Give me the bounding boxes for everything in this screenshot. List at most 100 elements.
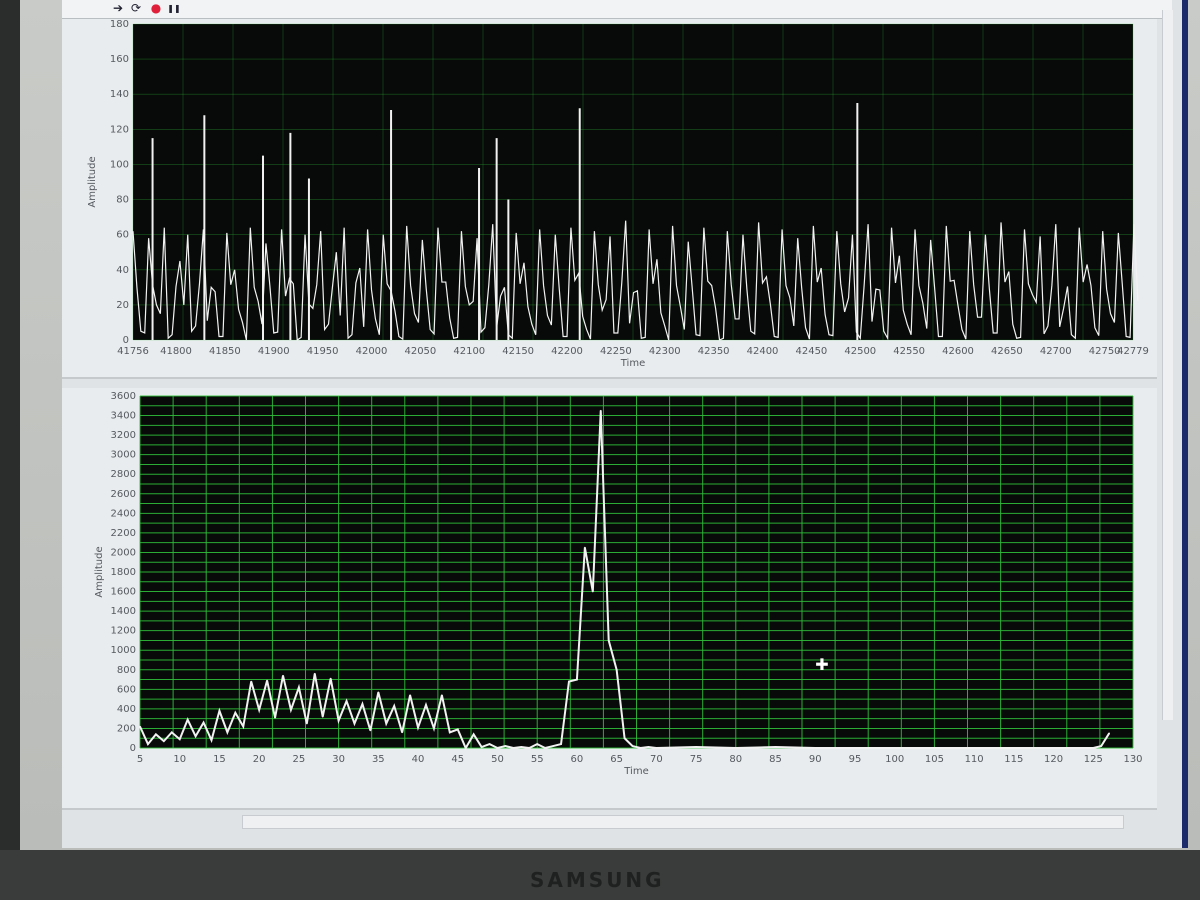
y-tick-label: 200 xyxy=(117,723,136,734)
data-point xyxy=(361,703,364,705)
x-tick-label: 42050 xyxy=(404,346,436,357)
data-point xyxy=(425,704,427,706)
data-point xyxy=(345,700,348,702)
data-point xyxy=(274,716,276,719)
x-tick-label: 75 xyxy=(690,754,703,765)
data-point xyxy=(1092,747,1095,749)
x-tick-label: 42550 xyxy=(893,346,925,357)
y-tick-label: 1600 xyxy=(111,587,136,598)
y-tick-label: 3200 xyxy=(111,430,136,441)
vertical-scrollbar[interactable] xyxy=(1162,10,1173,720)
data-point xyxy=(607,639,610,642)
data-point xyxy=(615,668,618,671)
x-tick-label: 41756 xyxy=(117,346,149,357)
data-point xyxy=(369,729,372,732)
data-point xyxy=(695,746,697,748)
data-point xyxy=(973,747,975,749)
pause-icon[interactable]: ❚❚ xyxy=(166,1,182,16)
data-point xyxy=(353,722,356,725)
horizontal-scrollbar[interactable] xyxy=(242,815,1124,829)
data-point xyxy=(1052,747,1055,749)
data-point xyxy=(218,710,221,712)
data-point xyxy=(592,590,594,593)
y-tick-label: 60 xyxy=(116,230,129,241)
data-point xyxy=(854,747,856,749)
y-tick-label: 2800 xyxy=(111,469,136,480)
data-point xyxy=(194,735,197,738)
data-point xyxy=(441,694,443,696)
data-point xyxy=(464,747,467,749)
data-point xyxy=(544,747,546,749)
data-point xyxy=(313,672,316,675)
data-point xyxy=(568,680,570,683)
data-point xyxy=(599,409,602,412)
data-point xyxy=(258,709,260,711)
y-tick-label: 1400 xyxy=(111,606,136,617)
data-point xyxy=(186,718,189,721)
data-point xyxy=(449,731,451,734)
y-tick-label: 2600 xyxy=(111,489,136,500)
x-tick-label: 42250 xyxy=(600,346,632,357)
data-point xyxy=(456,728,459,731)
data-point xyxy=(496,747,499,749)
y-tick-label: 3400 xyxy=(111,411,136,422)
data-point xyxy=(814,747,817,749)
x-tick-label: 42650 xyxy=(991,346,1023,357)
x-tick-label: 42779 xyxy=(1117,346,1149,357)
data-point xyxy=(385,722,388,725)
x-tick-label: 42000 xyxy=(356,346,388,357)
x-tick-label: 80 xyxy=(729,754,742,765)
run-continuous-icon[interactable]: ⟳ xyxy=(128,1,144,16)
y-tick-label: 140 xyxy=(110,89,129,100)
data-point xyxy=(337,719,340,722)
y-tick-label: 400 xyxy=(117,704,136,715)
data-point xyxy=(226,731,229,734)
data-point xyxy=(290,709,292,711)
x-tick-label: 95 xyxy=(849,754,862,765)
data-point xyxy=(631,745,634,747)
x-tick-label: 42600 xyxy=(942,346,974,357)
data-point xyxy=(560,743,562,745)
data-point xyxy=(1013,747,1015,749)
abort-icon[interactable]: ● xyxy=(148,1,164,16)
data-point xyxy=(266,679,268,682)
x-tick-label: 42150 xyxy=(502,346,534,357)
data-point xyxy=(480,746,483,748)
data-point xyxy=(321,715,324,718)
data-point xyxy=(242,725,245,728)
x-tick-label: 30 xyxy=(332,754,345,765)
data-point xyxy=(306,722,308,725)
data-point xyxy=(139,725,141,728)
y-axis-label: Amplitude xyxy=(94,546,105,597)
data-point xyxy=(401,731,403,734)
data-point xyxy=(528,747,531,749)
y-tick-label: 80 xyxy=(116,195,129,206)
run-arrow-icon[interactable]: ➔ xyxy=(110,1,126,16)
chart-top-svg: 41756 41800 41850 41900 41950 42000 42050 42100… xyxy=(87,19,1149,369)
x-tick-label: 41950 xyxy=(307,346,339,357)
x-tick-label: 115 xyxy=(1004,754,1023,765)
y-tick-label: 160 xyxy=(110,54,129,65)
data-point xyxy=(576,678,578,681)
y-tick-label: 2400 xyxy=(111,508,136,519)
data-point xyxy=(472,733,475,736)
data-point xyxy=(552,745,554,747)
cursor-crosshair-icon: ✚ xyxy=(815,655,828,674)
data-point xyxy=(210,739,213,741)
x-tick-label: 120 xyxy=(1044,754,1063,765)
x-tick-label: 125 xyxy=(1084,754,1103,765)
y-tick-label: 180 xyxy=(110,19,129,30)
y-tick-label: 1200 xyxy=(111,626,136,637)
data-point xyxy=(623,737,626,740)
data-point xyxy=(163,740,165,742)
x-tick-label: 42100 xyxy=(453,346,485,357)
data-point xyxy=(504,745,507,747)
screen: ➔ ⟳ ● ❚❚ 41756 41800 41850 41900 41950 42000 4… xyxy=(62,0,1188,848)
data-point xyxy=(512,747,515,749)
data-point xyxy=(155,733,157,736)
data-point xyxy=(234,712,237,714)
data-point xyxy=(329,677,332,680)
data-point xyxy=(282,674,284,677)
data-point xyxy=(433,727,435,730)
x-tick-label: 42300 xyxy=(649,346,681,357)
